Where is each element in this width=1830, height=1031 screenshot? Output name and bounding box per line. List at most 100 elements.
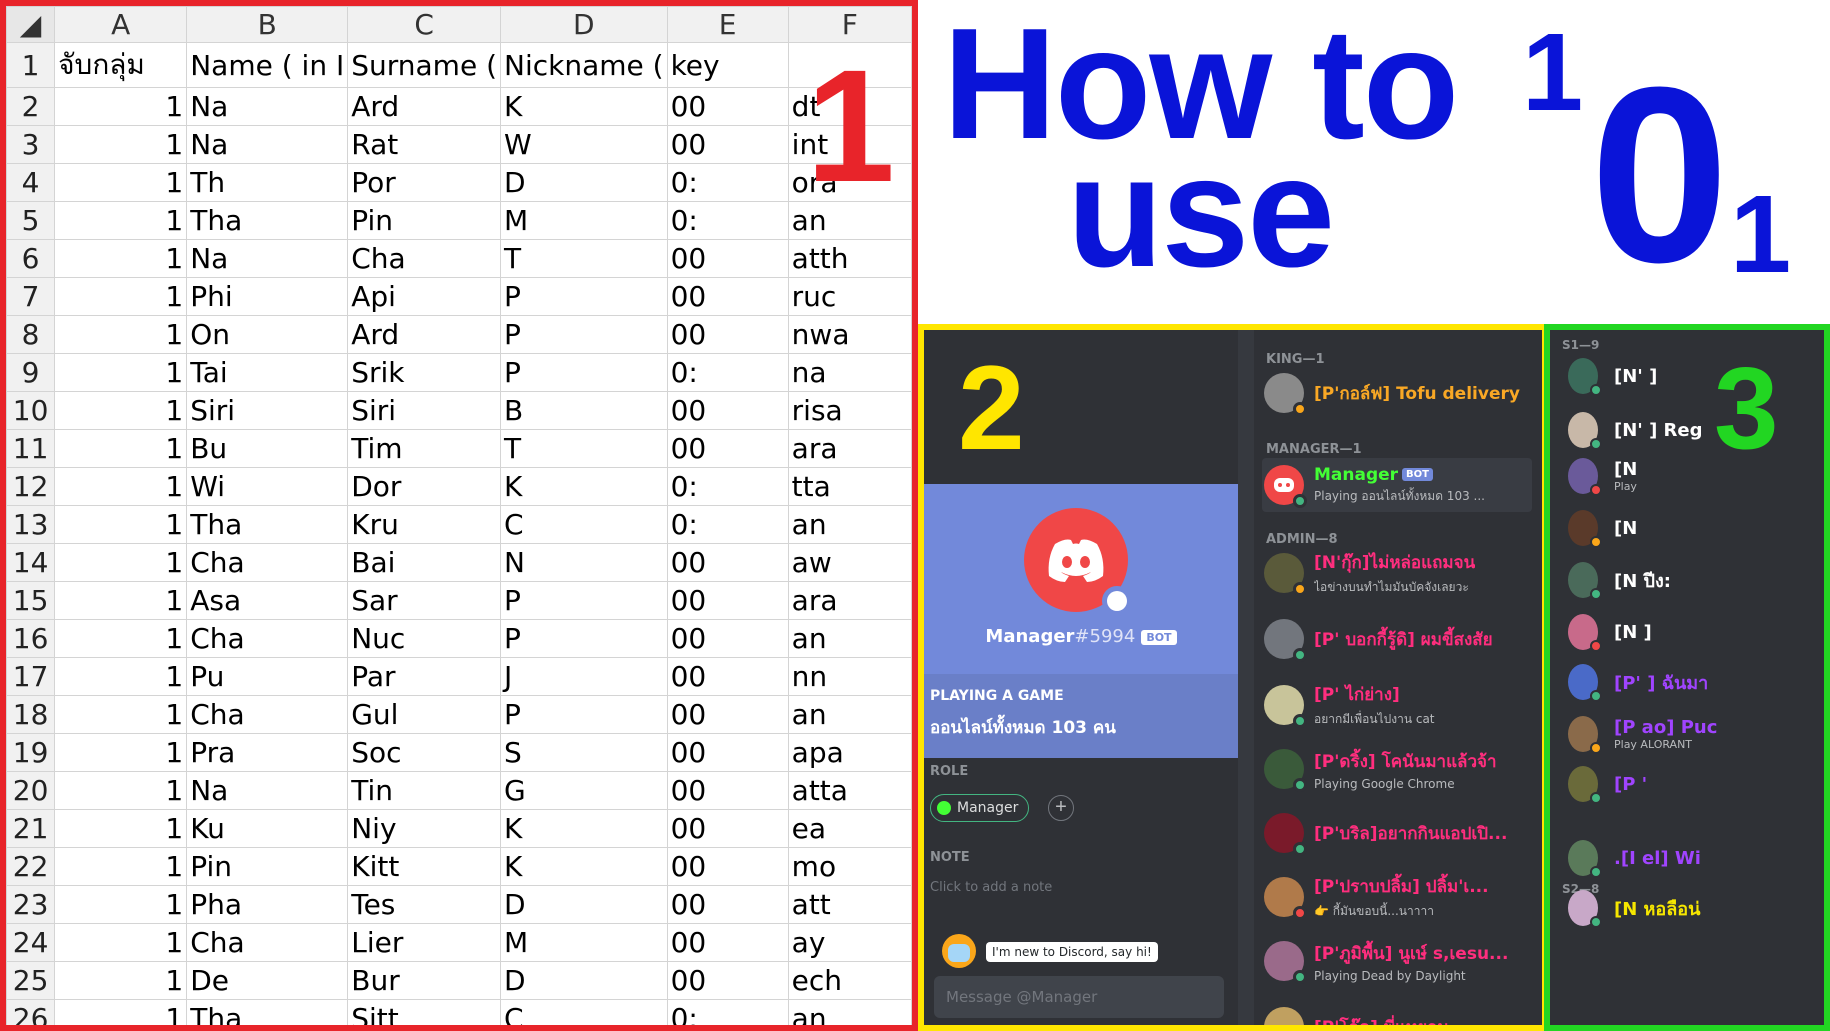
row-number[interactable]: 17 — [6, 657, 56, 696]
cell-b[interactable]: Na — [186, 771, 349, 810]
cell-c[interactable]: Bur — [347, 961, 502, 1000]
cell-d[interactable]: K — [500, 467, 668, 506]
cell-a[interactable]: 1 — [54, 239, 188, 278]
row-number[interactable]: 8 — [6, 315, 56, 354]
cell-d[interactable]: P — [500, 695, 668, 734]
cell-b[interactable]: Tai — [186, 353, 349, 392]
cell-b[interactable]: Cha — [186, 619, 349, 658]
cell-b[interactable]: Th — [186, 163, 349, 202]
member-item-manager[interactable]: Manager BOT Playing ออนไลน์ทั้งหมด 103 ..… — [1262, 458, 1532, 512]
cell-f[interactable]: nn — [787, 657, 912, 696]
cell-e[interactable]: 00 — [666, 429, 789, 468]
cell-a[interactable]: 1 — [54, 961, 188, 1000]
row-number[interactable]: 14 — [6, 543, 56, 582]
role-pill-manager[interactable]: Manager — [930, 794, 1030, 822]
cell-e[interactable]: 00 — [666, 315, 789, 354]
cell-b[interactable]: Pin — [186, 847, 349, 886]
cell-b[interactable]: Cha — [186, 695, 349, 734]
member-item[interactable]: [P'ปราบปลิ้ม] ปลิ้ม'เ... 👉 กี้มันขอบนี้..… — [1262, 872, 1532, 922]
cell-a[interactable]: 1 — [54, 543, 188, 582]
add-role-button[interactable]: + — [1048, 795, 1074, 821]
cell-c[interactable]: Tes — [347, 885, 502, 924]
cell-b[interactable]: Cha — [186, 543, 349, 582]
cell-a[interactable]: 1 — [54, 429, 188, 468]
cell-b[interactable]: Siri — [186, 391, 349, 430]
row-number[interactable]: 22 — [6, 847, 56, 886]
cell-b[interactable]: Asa — [186, 581, 349, 620]
cell-header-b[interactable]: Name ( in I — [186, 42, 349, 88]
cell-f[interactable]: risa — [787, 391, 912, 430]
row-number[interactable]: 25 — [6, 961, 56, 1000]
cell-e[interactable]: 0: — [666, 353, 789, 392]
member-item[interactable]: [N'กุ๊ก]ไม่หล่อแถมจน ไอข่างบนทำไมมันบัคจั… — [1262, 548, 1532, 598]
cell-c[interactable]: Tin — [347, 771, 502, 810]
cell-a[interactable]: 1 — [54, 87, 188, 126]
row-number[interactable]: 24 — [6, 923, 56, 962]
cell-a[interactable]: 1 — [54, 201, 188, 240]
cell-b[interactable]: Pha — [186, 885, 349, 924]
note-field[interactable]: Click to add a note — [930, 880, 1052, 895]
cell-e[interactable]: 00 — [666, 657, 789, 696]
cell-e[interactable]: 00 — [666, 543, 789, 582]
row-number[interactable]: 9 — [6, 353, 56, 392]
row-number[interactable]: 3 — [6, 125, 56, 164]
cell-e[interactable]: 00 — [666, 619, 789, 658]
cell-f[interactable]: att — [787, 885, 912, 924]
cell-f[interactable]: ech — [787, 961, 912, 1000]
cell-e[interactable]: 00 — [666, 581, 789, 620]
member-item[interactable]: .[I el] Wi — [1568, 836, 1818, 880]
cell-f[interactable]: ay — [787, 923, 912, 962]
cell-e[interactable]: 00 — [666, 277, 789, 316]
row-number[interactable]: 4 — [6, 163, 56, 202]
cell-e[interactable]: 00 — [666, 125, 789, 164]
cell-b[interactable]: Pu — [186, 657, 349, 696]
member-item[interactable]: [P' บอกกี้รู้ดิ] ผมขี้สงสัย — [1262, 614, 1532, 664]
cell-a[interactable]: 1 — [54, 999, 188, 1025]
cell-d[interactable]: K — [500, 87, 668, 126]
cell-d[interactable]: P — [500, 581, 668, 620]
cell-c[interactable]: Srik — [347, 353, 502, 392]
cell-a[interactable]: 1 — [54, 809, 188, 848]
cell-b[interactable]: Ku — [186, 809, 349, 848]
cell-a[interactable]: 1 — [54, 581, 188, 620]
cell-c[interactable]: Gul — [347, 695, 502, 734]
row-number[interactable]: 15 — [6, 581, 56, 620]
column-header-b[interactable]: B — [186, 6, 349, 43]
cell-f[interactable]: ea — [787, 809, 912, 848]
member-item[interactable]: [N' ] Reg — [1568, 408, 1818, 452]
cell-f[interactable]: an — [787, 619, 912, 658]
cell-a[interactable]: 1 — [54, 771, 188, 810]
cell-b[interactable]: Tha — [186, 999, 349, 1025]
row-number[interactable]: 12 — [6, 467, 56, 506]
cell-c[interactable]: Ard — [347, 87, 502, 126]
cell-c[interactable]: Soc — [347, 733, 502, 772]
cell-a[interactable]: 1 — [54, 505, 188, 544]
cell-c[interactable]: Lier — [347, 923, 502, 962]
cell-b[interactable]: Cha — [186, 923, 349, 962]
cell-d[interactable]: N — [500, 543, 668, 582]
cell-f[interactable]: an — [787, 999, 912, 1025]
cell-c[interactable]: Kitt — [347, 847, 502, 886]
cell-f[interactable]: mo — [787, 847, 912, 886]
cell-a[interactable]: 1 — [54, 315, 188, 354]
cell-b[interactable]: Bu — [186, 429, 349, 468]
cell-a[interactable]: 1 — [54, 885, 188, 924]
cell-e[interactable]: 0: — [666, 505, 789, 544]
message-input[interactable]: Message @Manager — [934, 976, 1224, 1018]
member-item[interactable]: [N Play — [1568, 454, 1818, 498]
row-number[interactable]: 19 — [6, 733, 56, 772]
cell-c[interactable]: Sitt — [347, 999, 502, 1025]
row-number[interactable]: 21 — [6, 809, 56, 848]
cell-f[interactable]: atth — [787, 239, 912, 278]
cell-d[interactable]: D — [500, 961, 668, 1000]
row-number[interactable]: 23 — [6, 885, 56, 924]
member-item[interactable]: [P'กอล์ฟ] Tofu delivery — [1262, 368, 1532, 418]
row-number[interactable]: 10 — [6, 391, 56, 430]
cell-b[interactable]: De — [186, 961, 349, 1000]
row-number[interactable]: 2 — [6, 87, 56, 126]
cell-d[interactable]: T — [500, 429, 668, 468]
cell-e[interactable]: 00 — [666, 695, 789, 734]
cell-a[interactable]: 1 — [54, 923, 188, 962]
cell-b[interactable]: Tha — [186, 201, 349, 240]
cell-e[interactable]: 00 — [666, 87, 789, 126]
